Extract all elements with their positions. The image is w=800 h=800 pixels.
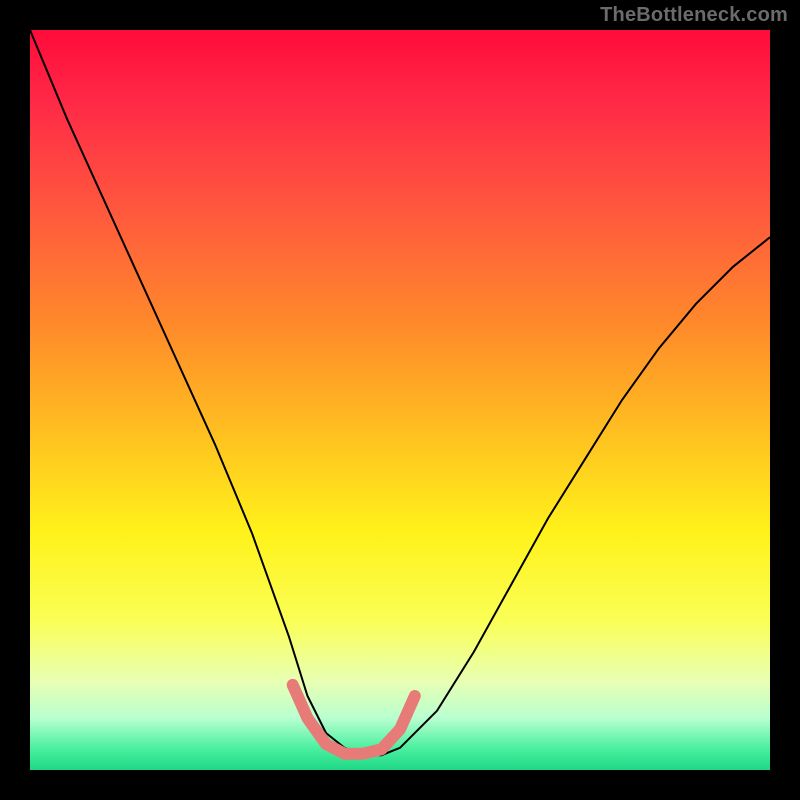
chart-svg [0,0,800,800]
watermark-text: TheBottleneck.com [600,4,788,27]
chart-frame: TheBottleneck.com [0,0,800,800]
plot-area [30,30,770,770]
